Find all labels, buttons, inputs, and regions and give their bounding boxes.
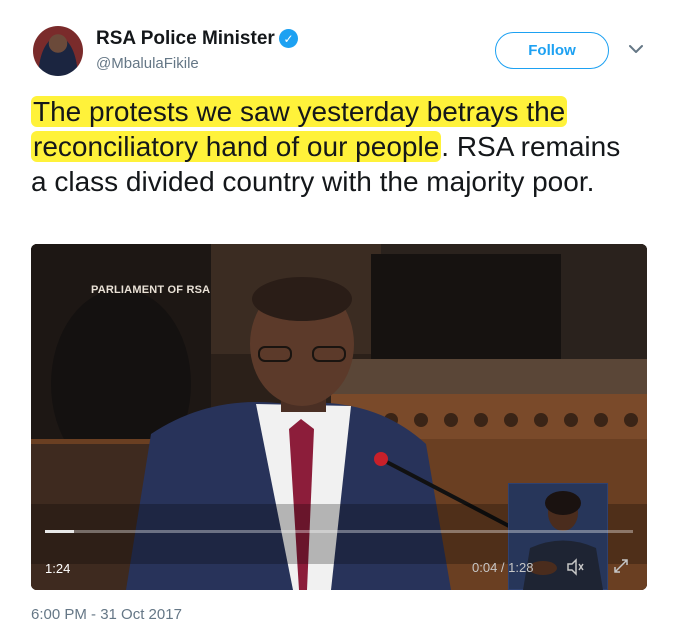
tweet-text: The protests we saw yesterday betrays th… [31, 94, 631, 199]
author-display-name[interactable]: RSA Police Minister [96, 28, 275, 50]
author-handle[interactable]: @MbalulaFikile [96, 55, 199, 72]
video-time-readout: 0:04 / 1:28 [472, 560, 534, 575]
author-avatar[interactable] [33, 26, 83, 76]
fullscreen-icon[interactable] [611, 556, 631, 576]
video-progress-fill [45, 530, 75, 533]
follow-button[interactable]: Follow [495, 32, 609, 69]
mute-icon[interactable] [565, 557, 585, 577]
video-progress-bar[interactable] [45, 530, 633, 533]
verified-badge-icon: ✓ [279, 29, 298, 48]
chevron-down-icon[interactable] [626, 39, 646, 59]
video-duration-badge: 1:24 [45, 561, 71, 576]
tweet-timestamp[interactable]: 6:00 PM - 31 Oct 2017 [31, 606, 182, 623]
video-watermark: PARLIAMENT OF RSA [91, 284, 211, 296]
video-player[interactable]: PARLIAMENT OF RSA 1:24 0:04 / 1:28 [31, 244, 647, 590]
